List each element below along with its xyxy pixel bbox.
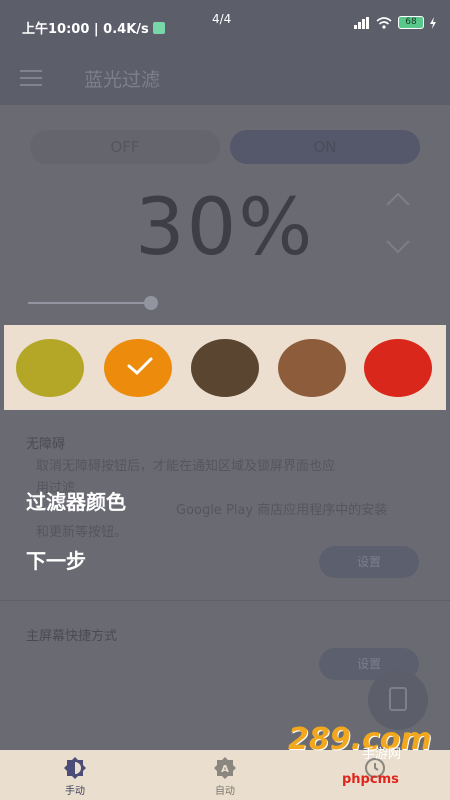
- notification-icon: [152, 22, 165, 34]
- watermark-logo: 289.com: [288, 722, 432, 757]
- divider: [0, 600, 450, 601]
- status-time: 上午10:00 | 0.4K/s: [22, 22, 149, 37]
- on-button[interactable]: ON: [230, 130, 420, 164]
- auto-icon: A: [214, 757, 236, 779]
- desc-line: 和更新等按钮。: [36, 525, 128, 540]
- charging-icon: [430, 16, 436, 29]
- color-swatch-brown[interactable]: [278, 339, 346, 397]
- watermark-subtitle: 手游网: [362, 747, 402, 762]
- intensity-slider-thumb[interactable]: [144, 296, 158, 310]
- accessibility-title: 无障碍: [26, 437, 66, 452]
- off-button[interactable]: OFF: [30, 130, 220, 164]
- color-swatch-olive[interactable]: [16, 339, 84, 397]
- intensity-value: 30%: [135, 183, 315, 273]
- nav-label-auto: 自动: [215, 786, 235, 797]
- chevron-down-icon[interactable]: [384, 232, 412, 260]
- fab-button[interactable]: [368, 670, 428, 730]
- page-title: 蓝光过滤: [84, 69, 161, 91]
- brightness-icon: [64, 757, 86, 779]
- nav-item-manual[interactable]: 手动: [0, 750, 150, 800]
- intensity-slider-track[interactable]: [28, 302, 151, 304]
- app-bar: 蓝光过滤: [0, 50, 450, 105]
- chevron-up-icon[interactable]: [384, 186, 412, 214]
- watermark-site: phpcms: [342, 772, 399, 787]
- svg-text:A: A: [221, 764, 229, 775]
- signal-icon: [354, 16, 369, 29]
- tutorial-title: 过滤器颜色: [26, 490, 126, 514]
- desc-line: 取消无障碍按钮后，才能在通知区域及锁屏界面也应: [36, 459, 336, 474]
- status-icons: 68: [354, 16, 436, 29]
- accessibility-settings-button[interactable]: 设置: [319, 546, 419, 578]
- status-bar: 上午10:00 | 0.4K/s 4/4 68: [0, 0, 450, 50]
- checkmark-icon: [127, 357, 153, 376]
- wifi-icon: [376, 16, 392, 29]
- shortcut-title: 主屏幕快捷方式: [26, 629, 118, 644]
- menu-icon[interactable]: [20, 70, 42, 86]
- power-toggle: OFF ON: [30, 130, 420, 164]
- battery-icon: 68: [398, 16, 424, 29]
- page-indicator: 4/4: [212, 12, 232, 26]
- screen-icon: [389, 687, 407, 711]
- color-swatch-dark-brown[interactable]: [191, 339, 259, 397]
- nav-label-manual: 手动: [65, 786, 85, 797]
- nav-item-auto[interactable]: A 自动: [150, 750, 300, 800]
- next-step-button[interactable]: 下一步: [26, 545, 86, 574]
- color-swatch-red[interactable]: [364, 339, 432, 397]
